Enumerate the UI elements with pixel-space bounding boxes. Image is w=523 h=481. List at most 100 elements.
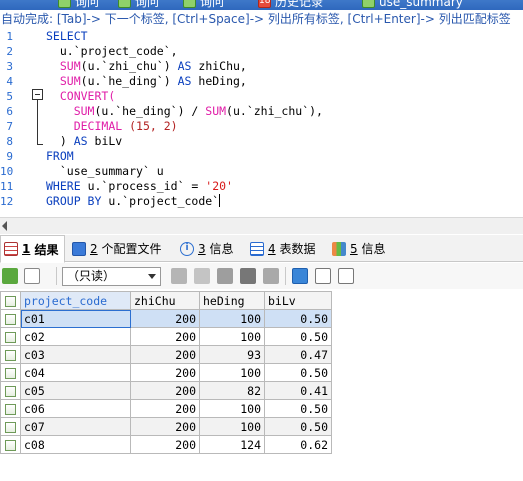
copy-menu-icon[interactable] <box>24 268 40 284</box>
fold-toggle-icon[interactable] <box>32 89 43 100</box>
function-sum: SUM <box>59 59 81 73</box>
table-cell[interactable]: c06 <box>20 399 131 418</box>
table-cell[interactable]: 200 <box>130 345 200 364</box>
table-cell[interactable]: 100 <box>199 417 265 436</box>
sql-editor[interactable]: 1 SELECT 2 u.`project_code`, 3 SUM(u.`zhi… <box>0 29 523 217</box>
row-checkbox[interactable] <box>0 381 21 400</box>
table-cell[interactable]: c02 <box>20 327 131 346</box>
table-cell[interactable]: c01 <box>20 309 131 328</box>
table-cell[interactable]: c05 <box>20 381 131 400</box>
column-header-project-code[interactable]: project_code <box>20 291 131 310</box>
function-sum: SUM <box>73 104 95 118</box>
row-checkbox[interactable] <box>0 309 21 328</box>
table-row[interactable]: c08 200 124 0.62 <box>0 435 332 454</box>
history-tab[interactable]: 18 历史记录 <box>258 0 323 10</box>
table-cell[interactable]: 100 <box>199 309 265 328</box>
table-cell[interactable]: 100 <box>199 327 265 346</box>
table-row[interactable]: c04 200 100 0.50 <box>0 363 332 382</box>
keyword-group-by: GROUP BY <box>46 194 102 208</box>
line-number: 9 <box>6 150 13 163</box>
row-checkbox[interactable] <box>0 417 21 436</box>
query-icon <box>58 0 71 8</box>
text-view-icon[interactable] <box>338 268 354 284</box>
table-cell[interactable]: 0.50 <box>264 363 332 382</box>
cancel-icon[interactable] <box>263 268 279 284</box>
table-cell[interactable]: 0.50 <box>264 309 332 328</box>
column-header-zhichu[interactable]: zhiChu <box>130 291 200 310</box>
tab-label: 个配置文件 <box>101 242 162 256</box>
table-cell[interactable]: 200 <box>130 309 200 328</box>
export-icon[interactable] <box>2 268 18 284</box>
table-cell[interactable]: 0.47 <box>264 345 332 364</box>
table-cell[interactable]: c08 <box>20 435 131 454</box>
code-column: u.`project_code`, <box>59 44 178 58</box>
table-cell[interactable]: 93 <box>199 345 265 364</box>
table-cell[interactable]: 200 <box>130 381 200 400</box>
table-cell[interactable]: 200 <box>130 417 200 436</box>
line-number: 4 <box>6 75 13 88</box>
tab-info-history[interactable]: 5 信息 <box>332 235 385 262</box>
delete-icon[interactable] <box>240 268 256 284</box>
insert-row-icon[interactable] <box>171 268 187 284</box>
table-cell[interactable]: 100 <box>199 363 265 382</box>
row-checkbox[interactable] <box>0 399 21 418</box>
toolbar-separator <box>56 267 57 285</box>
line-number: 3 <box>6 60 13 73</box>
row-checkbox[interactable] <box>0 327 21 346</box>
table-cell[interactable]: 0.41 <box>264 381 332 400</box>
table-cell[interactable]: 200 <box>130 435 200 454</box>
fold-guide-end <box>37 144 43 145</box>
tab-profile[interactable]: 2 个配置文件 <box>72 235 161 262</box>
column-header-heding[interactable]: heDing <box>199 291 265 310</box>
row-checkbox[interactable] <box>0 345 21 364</box>
table-cell[interactable]: 200 <box>130 399 200 418</box>
table-row[interactable]: c01 200 100 0.50 <box>0 309 332 328</box>
table-cell[interactable]: c07 <box>20 417 131 436</box>
result-grid-icon <box>4 242 18 256</box>
code-condition: u.`process_id` = <box>87 179 206 193</box>
code-alias: heDing, <box>198 74 247 88</box>
table-cell[interactable]: 200 <box>130 363 200 382</box>
table-cell[interactable]: c03 <box>20 345 131 364</box>
table-cell[interactable]: 0.50 <box>264 417 332 436</box>
row-checkbox[interactable] <box>0 363 21 382</box>
row-checkbox[interactable] <box>0 435 21 454</box>
line-number: 2 <box>6 45 13 58</box>
tab-info[interactable]: i 3 信息 <box>180 235 233 262</box>
use-summary-tab[interactable]: use_summary <box>362 0 463 10</box>
table-cell[interactable]: 124 <box>199 435 265 454</box>
query-tab[interactable]: 询问 <box>58 0 99 10</box>
table-row[interactable]: c06 200 100 0.50 <box>0 399 332 418</box>
table-row[interactable]: c05 200 82 0.41 <box>0 381 332 400</box>
editor-horizontal-scrollbar[interactable] <box>0 217 523 234</box>
table-row[interactable]: c02 200 100 0.50 <box>0 327 332 346</box>
query-tab[interactable]: 询问 <box>118 0 159 10</box>
table-cell[interactable]: c04 <box>20 363 131 382</box>
mode-select[interactable]: （只读） <box>62 267 161 286</box>
scroll-left-icon[interactable] <box>2 221 7 231</box>
table-cell[interactable]: 200 <box>130 327 200 346</box>
table-cell[interactable]: 0.62 <box>264 435 332 454</box>
grid-view-icon[interactable] <box>292 268 308 284</box>
tab-result[interactable]: 1 结果 <box>0 235 65 263</box>
table-cell[interactable]: 82 <box>199 381 265 400</box>
table-row[interactable]: c03 200 93 0.47 <box>0 345 332 364</box>
table-cell[interactable]: 0.50 <box>264 327 332 346</box>
table-cell[interactable]: 0.50 <box>264 399 332 418</box>
column-header-bilv[interactable]: biLv <box>264 291 332 310</box>
duplicate-row-icon[interactable] <box>194 268 210 284</box>
select-all-checkbox[interactable] <box>0 291 21 310</box>
table-row[interactable]: c07 200 100 0.50 <box>0 417 332 436</box>
function-sum: SUM <box>205 104 227 118</box>
table-data-icon <box>250 241 264 256</box>
line-number: 11 <box>0 180 14 193</box>
tab-table-data[interactable]: 4 表数据 <box>250 235 315 262</box>
code-alias: zhiChu, <box>198 59 247 73</box>
table-cell[interactable]: 100 <box>199 399 265 418</box>
form-view-icon[interactable] <box>315 268 331 284</box>
query-tab[interactable]: 询问 <box>183 0 224 10</box>
query-tab-label: 询问 <box>75 0 100 9</box>
save-icon[interactable] <box>217 268 233 284</box>
table-icon <box>362 0 375 8</box>
code-string: '20' <box>205 179 233 193</box>
